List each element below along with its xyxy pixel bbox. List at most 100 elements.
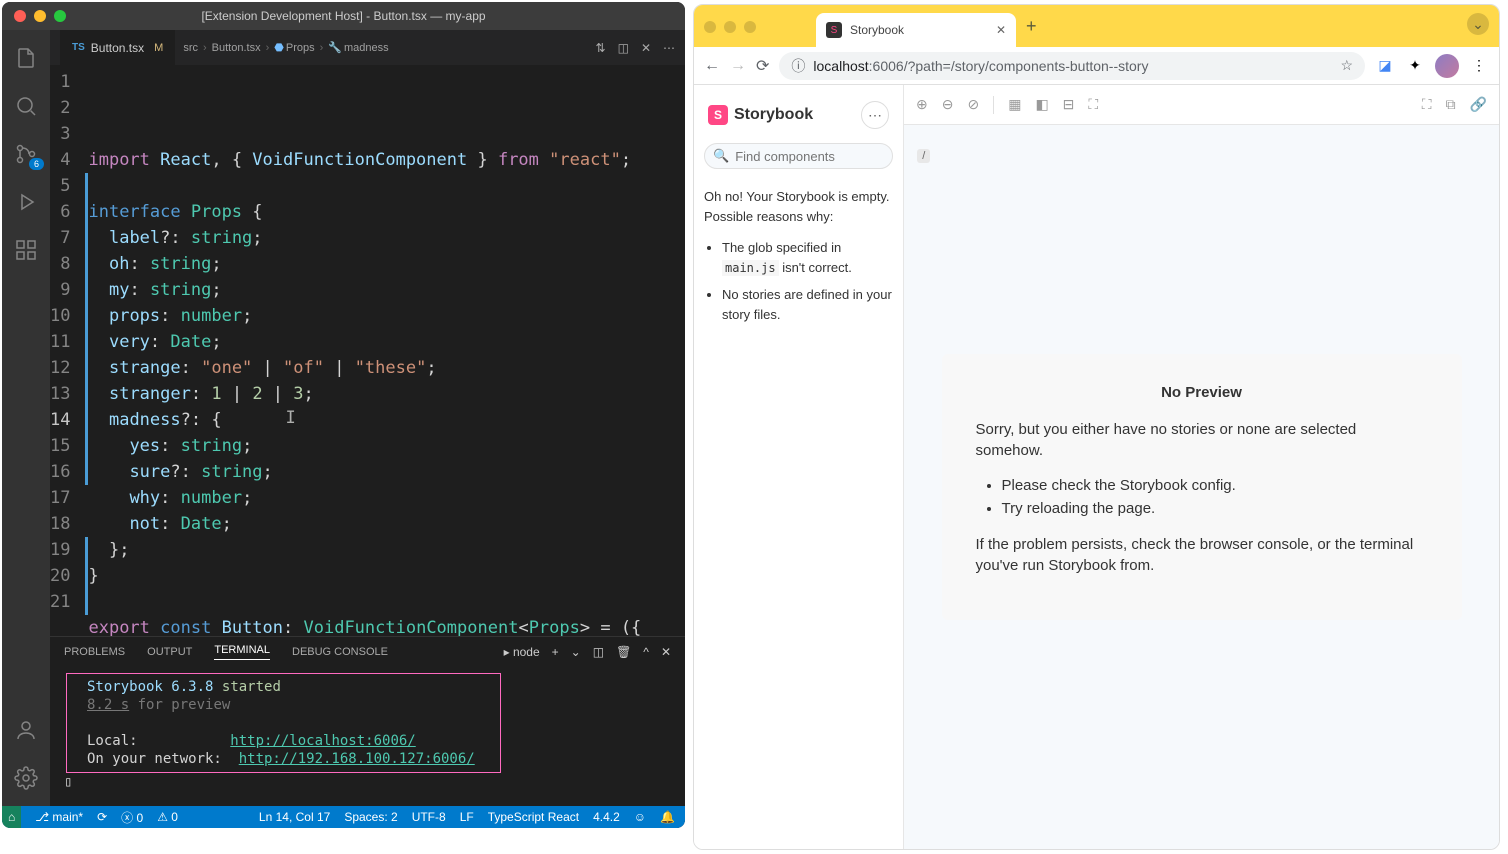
split-terminal-icon[interactable]: ◫ [593, 645, 604, 659]
error-title: No Preview [976, 384, 1428, 401]
reload-button[interactable]: ⟳ [756, 56, 769, 76]
panel-tab-output[interactable]: OUTPUT [147, 646, 192, 658]
browser-tab[interactable]: S Storybook ✕ [816, 13, 1016, 47]
cursor-position[interactable]: Ln 14, Col 17 [259, 810, 330, 824]
tab-modified-indicator: M [154, 42, 163, 54]
tab-title: Storybook [850, 23, 904, 37]
canvas-toolbar: ⊕ ⊖ ⊘ ▦ ◧ ⊟ ⛶ ⛶ ⧉ 🔗 [904, 85, 1499, 125]
open-tab-icon[interactable]: ⧉ [1446, 96, 1456, 113]
more-actions-icon[interactable]: ⋯ [663, 41, 675, 55]
panel-close-icon[interactable]: ✕ [661, 645, 671, 659]
terminal-prompt[interactable]: ▯ [64, 773, 671, 791]
zoom-in-icon[interactable]: ⊕ [916, 96, 928, 113]
ts-version[interactable]: 4.4.2 [593, 810, 620, 824]
notifications-icon[interactable]: 🔔 [660, 810, 675, 824]
fullscreen-icon[interactable]: ⛶ [1422, 96, 1432, 113]
tabstrip-menu-icon[interactable]: ⌄ [1467, 13, 1489, 35]
maximize-window-icon[interactable] [54, 10, 66, 22]
panel-tab-debug[interactable]: DEBUG CONSOLE [292, 646, 388, 658]
tab-bar: TS Button.tsx M src Button.tsx ⬣Props 🔧m… [50, 30, 685, 65]
grid-icon[interactable]: ▦ [1008, 96, 1021, 113]
search-icon[interactable] [2, 86, 50, 126]
terminal-link[interactable]: http://192.168.100.127:6006/ [239, 751, 475, 767]
close-tab-icon[interactable]: ✕ [996, 23, 1006, 37]
address-bar[interactable]: ⓘ localhost:6006/?path=/story/components… [779, 52, 1365, 80]
terminal-dropdown-icon[interactable]: ⌄ [571, 645, 581, 659]
feedback-icon[interactable]: ☺ [634, 810, 646, 824]
encoding-info[interactable]: UTF-8 [412, 810, 446, 824]
warnings-count[interactable]: ⚠ 0 [157, 810, 178, 824]
measure-icon[interactable]: ⛶ [1088, 96, 1098, 113]
kill-terminal-icon[interactable]: 🗑 [616, 645, 631, 659]
copy-link-icon[interactable]: 🔗 [1470, 96, 1487, 113]
extensions-icon[interactable] [2, 230, 50, 270]
panel-tab-terminal[interactable]: TERMINAL [214, 644, 270, 660]
indent-info[interactable]: Spaces: 2 [344, 810, 397, 824]
extensions-puzzle-icon[interactable]: ✦ [1405, 56, 1425, 76]
storybook-name: Storybook [734, 106, 813, 124]
minimize-window-icon[interactable] [34, 10, 46, 22]
viewport-icon[interactable]: ⊟ [1063, 96, 1075, 113]
new-terminal-icon[interactable]: + [552, 645, 559, 659]
settings-gear-icon[interactable] [2, 758, 50, 798]
new-tab-button[interactable]: + [1026, 16, 1037, 37]
minimize-window-icon[interactable] [724, 21, 736, 33]
browser-wrap: S Storybook ✕ + ⌄ ← → ⟳ ⓘ localhost:6006… [689, 0, 1508, 854]
editor-tab[interactable]: TS Button.tsx M [60, 30, 175, 65]
profile-avatar[interactable] [1435, 54, 1459, 78]
code-content[interactable]: 𝙸 import React, { VoidFunctionComponent … [88, 65, 685, 636]
breadcrumb-item[interactable]: Button.tsx [212, 42, 261, 54]
storybook-logo-icon: S [708, 105, 728, 125]
search-field[interactable] [735, 149, 911, 164]
breadcrumb-item[interactable]: madness [344, 42, 389, 54]
breadcrumb[interactable]: src Button.tsx ⬣Props 🔧madness [183, 41, 595, 54]
errors-count[interactable]: ⓧ 0 [121, 809, 143, 826]
bottom-panel: PROBLEMS OUTPUT TERMINAL DEBUG CONSOLE ▸… [50, 636, 685, 806]
language-mode[interactable]: TypeScript React [488, 810, 579, 824]
git-branch[interactable]: ⎇ main* [35, 810, 83, 824]
panel-maximize-icon[interactable]: ^ [643, 645, 649, 659]
vscode-body: 6 TS Button.tsx M src Button.tsx ⬣Props [2, 30, 685, 806]
terminal-output[interactable]: Storybook 6.3.8 started 8.2 s for previe… [50, 667, 685, 806]
panel-tabs: PROBLEMS OUTPUT TERMINAL DEBUG CONSOLE ▸… [50, 637, 685, 667]
background-icon[interactable]: ◧ [1035, 96, 1048, 113]
scm-badge: 6 [29, 158, 44, 170]
panel-tab-problems[interactable]: PROBLEMS [64, 646, 125, 658]
window-controls [14, 10, 66, 22]
eol-info[interactable]: LF [460, 810, 474, 824]
terminal-link[interactable]: http://localhost:6006/ [230, 733, 415, 749]
zoom-out-icon[interactable]: ⊖ [942, 96, 954, 113]
explorer-icon[interactable] [2, 38, 50, 78]
url-bar: ← → ⟳ ⓘ localhost:6006/?path=/story/comp… [694, 47, 1499, 85]
run-debug-icon[interactable] [2, 182, 50, 222]
close-window-icon[interactable] [704, 21, 716, 33]
bookmark-star-icon[interactable]: ☆ [1340, 57, 1353, 74]
extension-icon[interactable]: ◪ [1375, 56, 1395, 76]
sidebar-menu-button[interactable]: ⋯ [861, 101, 889, 129]
remote-indicator[interactable]: ⌂ [2, 806, 21, 828]
preview-area: No Preview Sorry, but you either have no… [904, 125, 1499, 849]
chrome-menu-icon[interactable]: ⋮ [1469, 56, 1489, 76]
sync-icon[interactable]: ⟳ [97, 810, 107, 824]
scm-icon[interactable]: 6 [2, 134, 50, 174]
back-button[interactable]: ← [704, 57, 720, 75]
close-editor-icon[interactable]: ✕ [641, 41, 651, 55]
site-info-icon[interactable]: ⓘ [791, 56, 805, 76]
search-icon: 🔍 [713, 148, 729, 164]
compare-changes-icon[interactable]: ⇅ [596, 41, 606, 55]
titlebar[interactable]: [Extension Development Host] - Button.ts… [2, 2, 685, 30]
code-editor[interactable]: 123456789101112131415161718192021 𝙸 impo… [50, 65, 685, 636]
accounts-icon[interactable] [2, 710, 50, 750]
split-editor-icon[interactable]: ◫ [618, 41, 629, 55]
find-components-input[interactable]: 🔍 / [704, 143, 893, 169]
breadcrumb-item[interactable]: Props [286, 42, 315, 54]
storybook-app: S Storybook ⋯ 🔍 / Oh no! Your Storybook … [694, 85, 1499, 849]
maximize-window-icon[interactable] [744, 21, 756, 33]
close-window-icon[interactable] [14, 10, 26, 22]
forward-button[interactable]: → [730, 57, 746, 75]
typescript-icon: TS [72, 42, 85, 53]
storybook-sidebar: S Storybook ⋯ 🔍 / Oh no! Your Storybook … [694, 85, 904, 849]
zoom-reset-icon[interactable]: ⊘ [967, 96, 979, 113]
breadcrumb-item[interactable]: src [183, 42, 198, 54]
terminal-shell-label[interactable]: ▸ node [504, 645, 540, 659]
